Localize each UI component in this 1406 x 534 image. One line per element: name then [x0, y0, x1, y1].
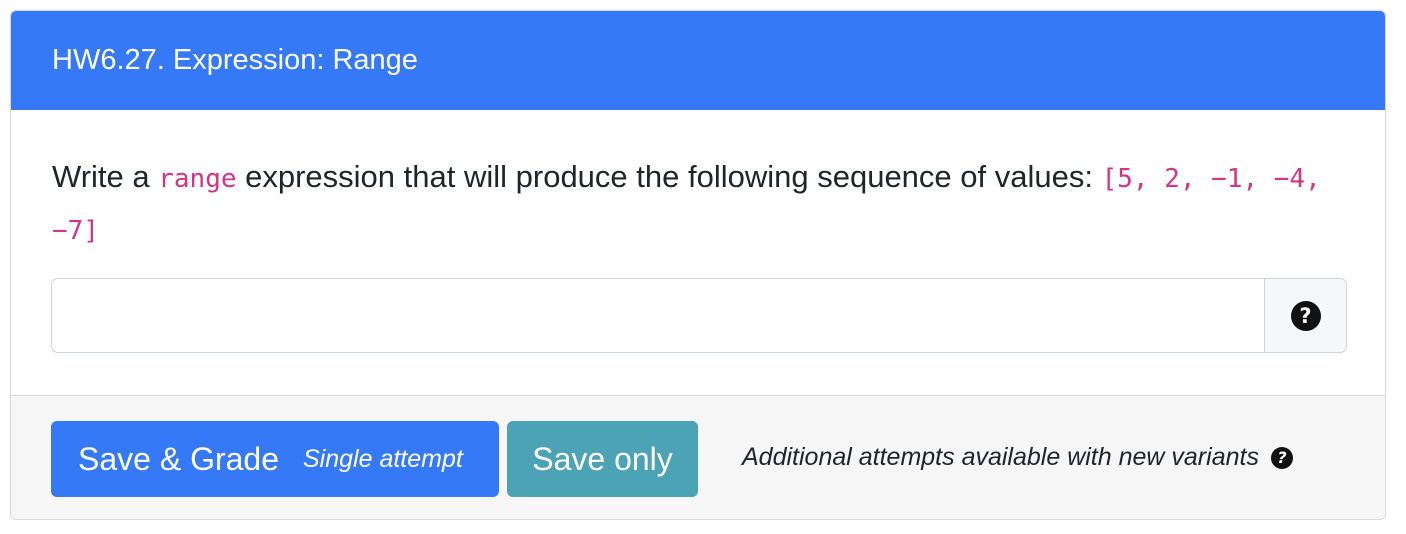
question-title: HW6.27. Expression: Range	[52, 44, 418, 76]
question-prompt: Write a range expression that will produ…	[52, 152, 1342, 256]
save-only-button[interactable]: Save only	[507, 421, 698, 497]
prompt-code-range: range	[158, 164, 237, 194]
answer-input[interactable]	[51, 278, 1264, 353]
attempts-note: Additional attempts available with new v…	[742, 443, 1293, 472]
answer-input-group: ?	[51, 278, 1347, 353]
save-only-label: Save only	[532, 440, 673, 477]
answer-help-button[interactable]: ?	[1264, 278, 1347, 353]
single-attempt-label: Single attempt	[303, 444, 463, 473]
question-header: HW6.27. Expression: Range	[11, 11, 1385, 110]
question-footer: Save & Grade Single attempt Save only Ad…	[11, 396, 1385, 519]
prompt-text-start: Write a	[52, 159, 159, 194]
question-circle-icon[interactable]: ?	[1270, 446, 1293, 469]
prompt-text-middle: expression that will produce the followi…	[236, 159, 1102, 194]
save-and-grade-label: Save & Grade	[78, 440, 279, 477]
question-circle-icon: ?	[1290, 300, 1321, 331]
question-body: Write a range expression that will produ…	[11, 110, 1385, 396]
save-and-grade-button[interactable]: Save & Grade Single attempt	[51, 421, 499, 497]
attempts-note-text: Additional attempts available with new v…	[742, 443, 1259, 471]
question-card: HW6.27. Expression: Range Write a range …	[10, 10, 1386, 520]
